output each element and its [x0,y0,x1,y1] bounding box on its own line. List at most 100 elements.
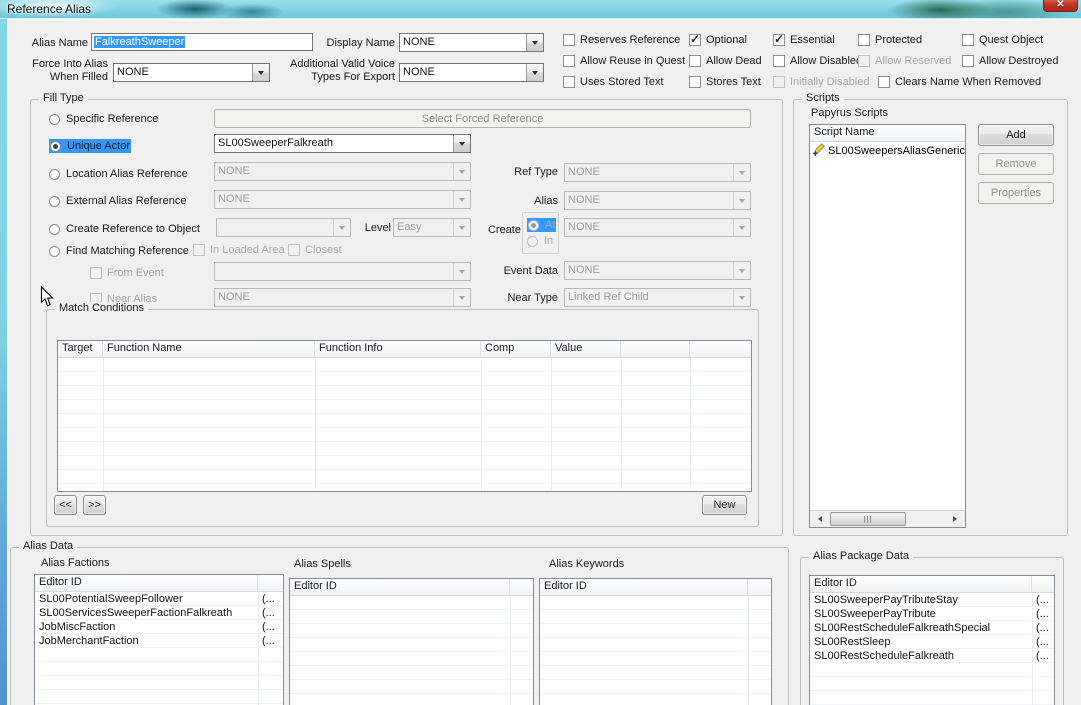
checkbox-from-event: From Event [90,266,164,280]
checkbox-box [288,244,300,256]
checkbox-allow-reserved: Allow Reserved [858,54,951,68]
checkbox-allow-reuse-in-quest[interactable]: Allow Reuse in Quest [563,54,685,68]
script-list-hscrollbar[interactable] [810,510,965,527]
scroll-right-arrow-icon[interactable] [948,511,965,527]
voice-types-label: Additional Valid Voice Types For Export [290,58,395,83]
checkbox-optional[interactable]: Optional [689,32,747,47]
checkbox-protected[interactable]: Protected [858,33,922,47]
checkbox-allow-destroyed[interactable]: Allow Destroyed [962,54,1058,68]
match-conditions-rows[interactable] [58,358,751,491]
column-value[interactable]: Value [551,341,621,357]
script-icon [812,142,825,159]
faction-row[interactable]: SL00ServicesSweeperFactionFalkreath (... [35,606,283,620]
package-row[interactable]: SL00RestSleep (... [810,635,1054,649]
radio-circle [50,140,61,152]
force-into-alias-select[interactable]: NONE [113,63,270,82]
faction-row[interactable]: JobMiscFaction (... [35,620,283,634]
checkbox-allow-disabled[interactable]: Allow Disabled [773,54,862,68]
checkbox-box [563,76,575,88]
alias-name-selected-text: FalkreathSweeper [94,36,186,48]
checkbox-essential[interactable]: Essential [773,32,835,47]
package-list-body[interactable]: SL00SweeperPayTributeStay (... SL00Sweepe… [810,593,1054,705]
factions-list-body[interactable]: SL00PotentialSweepFollower (... SL00Servi… [35,592,283,705]
near-type-label: Near Type [507,292,558,304]
checkbox-box [193,244,205,256]
column-extra[interactable] [258,575,283,591]
unique-actor-select[interactable]: SL00SweeperFalkreath [214,134,471,153]
package-row[interactable]: SL00RestScheduleFalkreathSpecial (... [810,621,1054,635]
package-row[interactable]: SL00SweeperPayTributeStay (... [810,593,1054,607]
column-script-name[interactable]: Script Name [810,125,965,141]
chevron-down-icon [733,192,750,209]
checkbox-clears-name-when-removed[interactable]: Clears Name When Removed [878,75,1041,89]
add-script-button[interactable]: Add [978,124,1054,146]
scripts-group-label: Scripts [802,92,844,104]
alias-factions-label: Alias Factions [41,557,110,569]
radio-create-reference-to-object[interactable]: Create Reference to Object [49,222,200,236]
scroll-left-arrow-icon[interactable] [810,511,827,527]
match-conditions-table: Target Function Name Function Info Comp … [57,340,752,492]
checkbox-quest-object[interactable]: Quest Object [962,33,1043,47]
column-extra[interactable] [748,579,771,595]
package-row[interactable]: SL00RestScheduleFalkreath (... [810,649,1054,663]
alias-package-data-list: Editor ID SL00SweeperPayTributeStay (... … [809,575,1055,705]
checkbox-reserves-reference[interactable]: Reserves Reference [563,33,680,47]
keywords-list-body[interactable] [540,596,771,705]
new-condition-button[interactable]: New [702,495,747,515]
checkbox-uses-stored-text[interactable]: Uses Stored Text [563,75,664,89]
voice-types-select[interactable]: NONE [399,63,544,82]
faction-row[interactable]: JobMerchantFaction (... [35,634,283,648]
external-alias-select: NONE [214,190,471,209]
checkbox-in-loaded-area: In Loaded Area [193,243,285,257]
column-target[interactable]: Target [58,341,103,357]
radio-specific-reference[interactable]: Specific Reference [49,112,158,126]
column-blank-1[interactable] [621,341,690,357]
papyrus-scripts-label: Papyrus Scripts [811,107,889,119]
radio-external-alias-reference[interactable]: External Alias Reference [49,194,186,208]
close-button[interactable]: ✕ [1043,0,1078,12]
keywords-list-header: Editor ID [540,579,771,596]
checkbox-stores-text[interactable]: Stores Text [689,75,761,89]
column-editor-id[interactable]: Editor ID [290,579,510,595]
radio-create-in: In [527,234,553,248]
faction-row[interactable]: SL00PotentialSweepFollower (... [35,592,283,606]
checkbox-box [878,76,890,88]
alias-name-input[interactable]: FalkreathSweeper [91,33,313,51]
conditions-next-button[interactable]: >> [83,495,106,515]
radio-location-alias-reference[interactable]: Location Alias Reference [49,167,188,181]
chevron-down-icon [526,64,543,81]
column-extra[interactable] [1032,576,1054,592]
display-name-select[interactable]: NONE [399,33,544,52]
column-function-info[interactable]: Function Info [315,341,481,357]
checkbox-box [689,76,701,88]
script-list-item[interactable]: SL00SweepersAliasGenericSc [810,142,965,158]
script-list-body[interactable]: SL00SweepersAliasGenericSc [810,142,965,527]
column-editor-id[interactable]: Editor ID [540,579,748,595]
column-editor-id[interactable]: Editor ID [35,575,258,591]
level-select: Easy [393,218,471,237]
select-forced-reference-button: Select Forced Reference [214,109,751,128]
checkbox-box [858,34,870,46]
create-target-select: NONE [564,218,751,237]
alias-package-data-group-label: Alias Package Data [809,550,913,562]
column-blank-2[interactable] [690,341,751,357]
checkbox-allow-dead[interactable]: Allow Dead [689,54,762,68]
column-function-name[interactable]: Function Name [103,341,315,357]
checkbox-box [962,55,974,67]
spells-list-body[interactable] [290,596,533,705]
match-conditions-group-label: Match Conditions [55,302,148,314]
column-comp[interactable]: Comp [481,341,551,357]
package-row[interactable]: SL00SweeperPayTribute (... [810,607,1054,621]
papyrus-scripts-list: Script Name SL00SweepersAliasGenericSc [809,124,966,528]
mouse-cursor [40,286,54,307]
alias-spells-list: Editor ID [289,578,534,705]
chevron-down-icon [733,289,750,306]
radio-unique-actor[interactable]: Unique Actor [49,139,131,153]
radio-find-matching-reference[interactable]: Find Matching Reference [49,244,189,258]
remove-script-button: Remove [978,153,1054,175]
column-editor-id[interactable]: Editor ID [810,576,1032,592]
column-extra[interactable] [510,579,533,595]
chevron-down-icon [733,164,750,181]
conditions-prev-button[interactable]: << [54,495,77,515]
scrollbar-thumb[interactable] [830,512,906,526]
